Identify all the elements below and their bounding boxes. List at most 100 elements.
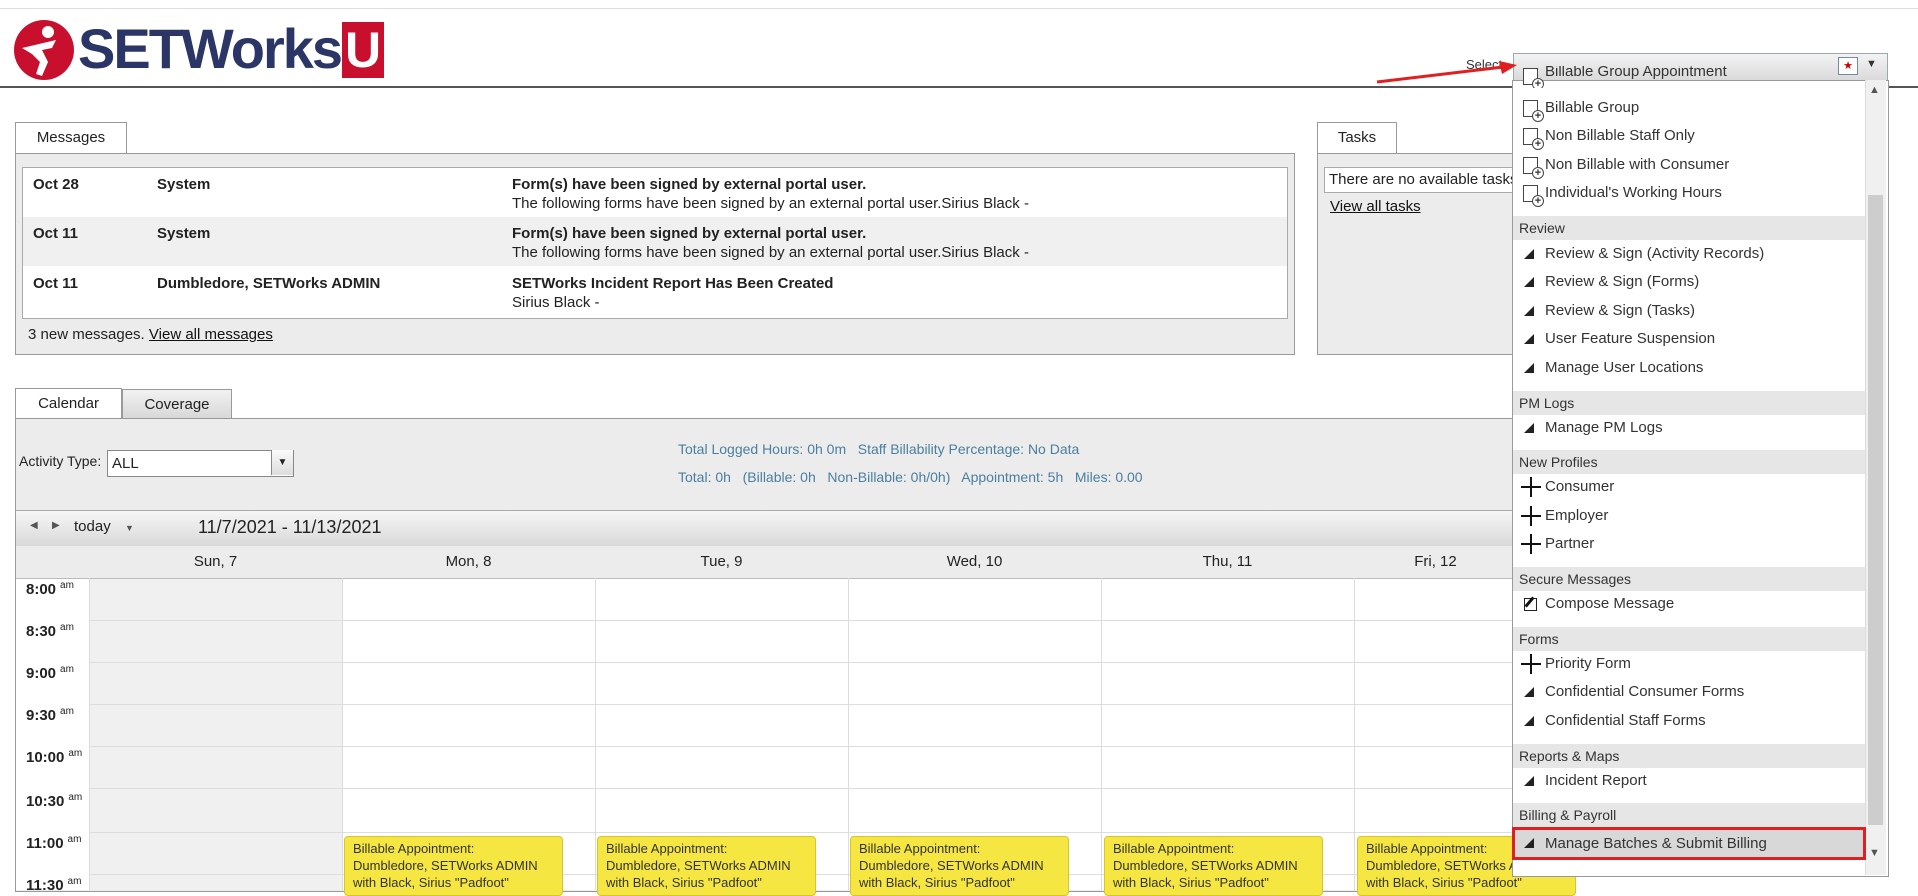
menu-item-new-employer[interactable]: Employer: [1513, 502, 1865, 530]
event-staff: Dumbledore, SETWorks ADMIN: [1113, 858, 1298, 873]
message-subject: SETWorks Incident Report Has Been Create…: [512, 275, 834, 292]
view-all-messages-link[interactable]: View all messages: [149, 326, 273, 343]
day-header: Sun, 7: [89, 546, 343, 579]
event-title: Billable Appointment:: [606, 841, 728, 856]
event-staff: Dumbledore, SETWorks ADMIN: [606, 858, 791, 873]
time-label: 11:00 am: [26, 834, 82, 852]
menu-section-forms: Forms: [1513, 627, 1865, 651]
triangle-icon: [1524, 277, 1534, 287]
triangle-icon: [1524, 334, 1534, 344]
row-divider: [90, 620, 1517, 621]
event-consumer: with Black, Sirius "Padfoot": [1113, 875, 1269, 890]
event-title: Billable Appointment:: [353, 841, 475, 856]
triangle-icon: [1524, 776, 1534, 786]
message-body: The following forms have been signed by …: [512, 195, 1029, 212]
row-divider: [90, 704, 1517, 705]
event-title: Billable Appointment:: [1113, 841, 1235, 856]
menu-item-manage-batches[interactable]: Manage Batches & Submit Billing: [1513, 827, 1865, 860]
today-button[interactable]: today: [74, 518, 111, 535]
scroll-down-icon[interactable]: ▼: [1869, 847, 1880, 859]
menu-item-non-billable-staff[interactable]: Non Billable Staff Only: [1513, 122, 1865, 150]
menu-item-review-tasks[interactable]: Review & Sign (Tasks): [1513, 297, 1865, 325]
scroll-up-icon[interactable]: ▲: [1869, 84, 1880, 96]
menu-item-user-locations[interactable]: Manage User Locations: [1513, 354, 1865, 382]
calendar-event[interactable]: Billable Appointment: Dumbledore, SETWor…: [850, 836, 1069, 896]
day-header: Mon, 8: [342, 546, 596, 579]
tab-tasks[interactable]: Tasks: [1317, 122, 1397, 154]
form-icon: [1523, 185, 1544, 207]
tab-calendar[interactable]: Calendar: [15, 388, 122, 420]
column-divider: [848, 578, 849, 890]
column-divider: [1101, 578, 1102, 890]
calendar-event[interactable]: Billable Appointment: Dumbledore, SETWor…: [1104, 836, 1323, 896]
menu-item-working-hours[interactable]: Individual's Working Hours: [1513, 179, 1865, 207]
message-sender: System: [157, 176, 211, 193]
tab-messages[interactable]: Messages: [15, 122, 127, 154]
menu-item-new-partner[interactable]: Partner: [1513, 530, 1865, 558]
time-label: 8:30 am: [26, 622, 74, 640]
message-date: Oct 11: [33, 225, 79, 242]
menu-item-review-activity[interactable]: Review & Sign (Activity Records): [1513, 240, 1865, 268]
messages-table: Oct 28 System Form(s) have been signed b…: [22, 167, 1288, 319]
plus-icon: [1521, 534, 1541, 554]
tab-coverage[interactable]: Coverage: [122, 389, 232, 420]
chevron-down-icon[interactable]: ▼: [1866, 58, 1877, 70]
message-subject: Form(s) have been signed by external por…: [512, 225, 867, 242]
logo-icon: [14, 20, 74, 80]
next-week-icon[interactable]: ▶: [52, 520, 60, 531]
event-staff: Dumbledore, SETWorks ADMIN: [859, 858, 1044, 873]
form-icon: [1523, 128, 1544, 150]
menu-item-priority-form[interactable]: Priority Form: [1513, 650, 1865, 678]
menu-item-confidential-staff-forms[interactable]: Confidential Staff Forms: [1513, 707, 1865, 735]
form-icon: [1523, 68, 1544, 88]
menu-scrollbar-thumb[interactable]: [1868, 195, 1883, 825]
messages-summary: 3 new messages. View all messages: [28, 326, 273, 343]
menu-item-feature-suspension[interactable]: User Feature Suspension: [1513, 325, 1865, 353]
menu-section-secure-messages: Secure Messages: [1513, 567, 1865, 591]
calendar-event[interactable]: Billable Appointment: Dumbledore, SETWor…: [597, 836, 816, 896]
time-label: 9:30 am: [26, 706, 74, 724]
chevron-down-icon[interactable]: ▼: [125, 523, 134, 533]
row-divider: [90, 832, 1517, 833]
new-messages-count: 3 new messages.: [28, 326, 145, 343]
menu-item-billable-group-appointment[interactable]: Billable Group Appointment: [1513, 66, 1865, 88]
logged-hours-stats: Total Logged Hours: 0h 0m Staff Billabil…: [678, 441, 1080, 457]
menu-item-non-billable-consumer[interactable]: Non Billable with Consumer: [1513, 151, 1865, 179]
time-column-header: [16, 546, 90, 579]
message-body: The following forms have been signed by …: [512, 244, 1029, 261]
menu-item-new-consumer[interactable]: Consumer: [1513, 473, 1865, 501]
row-divider: [90, 662, 1517, 663]
prev-week-icon[interactable]: ◀: [30, 520, 38, 531]
row-divider: [90, 746, 1517, 747]
view-all-tasks-link[interactable]: View all tasks: [1330, 198, 1421, 215]
triangle-icon: [1524, 423, 1534, 433]
day-header: Wed, 10: [848, 546, 1102, 579]
menu-item-billable-group[interactable]: Billable Group: [1513, 94, 1865, 122]
menu-section-new-profiles: New Profiles: [1513, 450, 1865, 474]
triangle-icon: [1524, 838, 1534, 848]
time-label: 9:00 am: [26, 664, 74, 682]
tasks-empty-message: There are no available tasks.: [1324, 167, 1523, 193]
menu-section-pm-logs: PM Logs: [1513, 391, 1865, 415]
menu-item-compose-message[interactable]: Compose Message: [1513, 590, 1865, 618]
column-divider: [89, 578, 90, 890]
table-row[interactable]: Oct 28 System Form(s) have been signed b…: [23, 168, 1287, 217]
menu-section-review: Review: [1513, 216, 1865, 240]
triangle-icon: [1524, 249, 1534, 259]
activity-type-value: ALL: [112, 455, 139, 472]
plus-icon: [1521, 654, 1541, 674]
menu-item-incident-report[interactable]: Incident Report: [1513, 767, 1865, 795]
day-header: Fri, 12: [1354, 546, 1518, 579]
calendar-event[interactable]: Billable Appointment: Dumbledore, SETWor…: [344, 836, 563, 896]
event-consumer: with Black, Sirius "Padfoot": [859, 875, 1015, 890]
time-label: 8:00 am: [26, 580, 74, 598]
table-row[interactable]: Oct 11 Dumbledore, SETWorks ADMIN SETWor…: [23, 267, 1287, 316]
table-row[interactable]: Oct 11 System Form(s) have been signed b…: [23, 217, 1287, 266]
chevron-down-icon[interactable]: ▼: [271, 450, 293, 475]
menu-item-review-forms[interactable]: Review & Sign (Forms): [1513, 268, 1865, 296]
menu-item-manage-pm-logs[interactable]: Manage PM Logs: [1513, 414, 1865, 442]
menu-item-confidential-consumer-forms[interactable]: Confidential Consumer Forms: [1513, 678, 1865, 706]
time-label: 10:00 am: [26, 748, 83, 766]
day-header: Thu, 11: [1101, 546, 1355, 579]
message-date: Oct 11: [33, 275, 79, 292]
